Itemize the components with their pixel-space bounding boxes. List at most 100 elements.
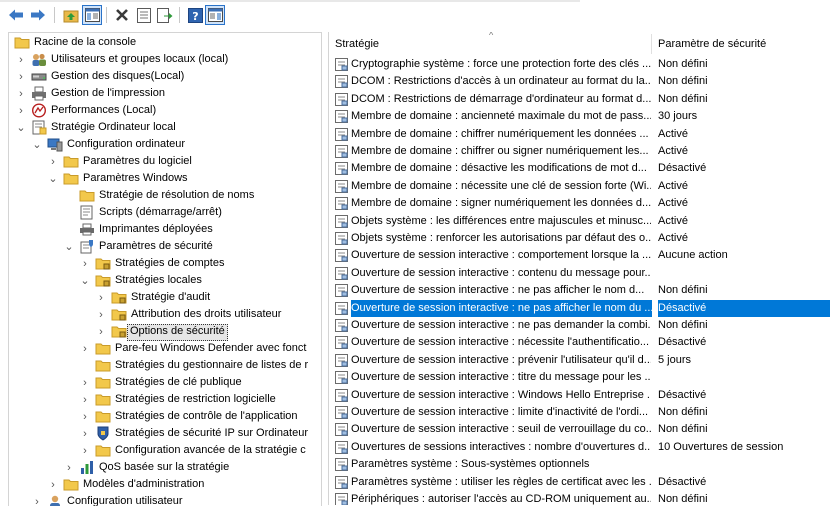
policy-name: Membre de domaine : chiffrer numériqueme… bbox=[351, 127, 649, 140]
table-row[interactable]: Membre de domaine : ancienneté maximale … bbox=[329, 108, 830, 125]
tree-item-security-settings[interactable]: ⌄ Paramètres de sécurité bbox=[9, 238, 321, 255]
table-row[interactable]: Ouverture de session interactive : titre… bbox=[329, 369, 830, 386]
table-row[interactable]: Paramètres système : utiliser les règles… bbox=[329, 474, 830, 491]
sort-ascending-icon: ^ bbox=[489, 32, 494, 40]
tree-item-local-computer-policy[interactable]: ⌄ Stratégie Ordinateur local bbox=[9, 119, 321, 136]
table-row[interactable]: DCOM : Restrictions de démarrage d'ordin… bbox=[329, 91, 830, 108]
table-row[interactable]: Ouvertures de sessions interactives : no… bbox=[329, 439, 830, 456]
table-row[interactable]: Périphériques : autoriser l'accès au CD-… bbox=[329, 491, 830, 505]
table-row[interactable]: Ouverture de session interactive : néces… bbox=[329, 334, 830, 351]
table-row[interactable]: Ouverture de session interactive : ne pa… bbox=[329, 299, 830, 317]
tree-item-disk-management[interactable]: › Gestion des disques(Local) bbox=[9, 68, 321, 85]
tree-item-policy-based-qos[interactable]: › QoS basée sur la stratégie bbox=[9, 459, 321, 476]
table-row[interactable]: Ouverture de session interactive : préve… bbox=[329, 352, 830, 369]
chevron-right-icon[interactable]: › bbox=[79, 374, 91, 391]
chevron-right-icon[interactable]: › bbox=[63, 459, 75, 476]
table-row[interactable]: Membre de domaine : nécessite une clé de… bbox=[329, 178, 830, 195]
help-icon[interactable]: ? bbox=[185, 5, 205, 25]
chevron-right-icon[interactable]: › bbox=[15, 85, 27, 102]
security-setting-value: Non défini bbox=[658, 92, 708, 105]
table-row[interactable]: Ouverture de session interactive : seuil… bbox=[329, 421, 830, 438]
table-row[interactable]: Paramètres système : Sous-systèmes optio… bbox=[329, 456, 830, 473]
tree-item-network-list-manager[interactable]: Stratégies du gestionnaire de listes de … bbox=[9, 357, 321, 374]
chevron-down-icon[interactable]: ⌄ bbox=[79, 272, 91, 289]
chevron-down-icon[interactable]: ⌄ bbox=[63, 238, 75, 255]
table-row[interactable]: Objets système : les différences entre m… bbox=[329, 213, 830, 230]
show-action-pane-icon[interactable] bbox=[205, 5, 225, 25]
export-list-icon[interactable] bbox=[155, 5, 175, 25]
chevron-right-icon[interactable]: › bbox=[47, 476, 59, 493]
chevron-right-icon[interactable]: › bbox=[95, 289, 107, 306]
tree-item-account-policies[interactable]: › Stratégies de comptes bbox=[9, 255, 321, 272]
table-row[interactable]: Objets système : renforcer les autorisat… bbox=[329, 230, 830, 247]
table-row[interactable]: Ouverture de session interactive : Windo… bbox=[329, 387, 830, 404]
tree-item-label: Stratégies de clé publique bbox=[115, 376, 242, 388]
table-row[interactable]: Ouverture de session interactive : ne pa… bbox=[329, 317, 830, 334]
tree-item-computer-configuration[interactable]: ⌄ Configuration ordinateur bbox=[9, 136, 321, 153]
chevron-down-icon[interactable]: ⌄ bbox=[31, 136, 43, 153]
tree-item-label: Stratégie Ordinateur local bbox=[51, 121, 176, 133]
tree-item-administrative-templates[interactable]: › Modèles d'administration bbox=[9, 476, 321, 493]
tree-item-windows-settings[interactable]: ⌄ Paramètres Windows bbox=[9, 170, 321, 187]
forward-icon[interactable] bbox=[28, 5, 48, 25]
chevron-right-icon[interactable]: › bbox=[95, 306, 107, 323]
tree-item-user-rights-assignment[interactable]: › Attribution des droits utilisateur bbox=[9, 306, 321, 323]
tree-item-software-restriction[interactable]: › Stratégies de restriction logicielle bbox=[9, 391, 321, 408]
table-row[interactable]: Ouverture de session interactive : ne pa… bbox=[329, 282, 830, 299]
tree-item-scripts[interactable]: Scripts (démarrage/arrêt) bbox=[9, 204, 321, 221]
chevron-down-icon[interactable]: ⌄ bbox=[15, 119, 27, 136]
policy-name: Ouverture de session interactive : compo… bbox=[351, 249, 651, 262]
properties-icon[interactable] bbox=[134, 5, 154, 25]
chevron-right-icon[interactable]: › bbox=[15, 51, 27, 68]
tree-item-security-options[interactable]: › Options de sécurité bbox=[9, 323, 321, 341]
chevron-right-icon[interactable]: › bbox=[79, 391, 91, 408]
policy-setting-icon bbox=[335, 301, 349, 316]
tree-item-local-policies[interactable]: ⌄ Stratégies locales bbox=[9, 272, 321, 289]
tree-item-console-root[interactable]: Racine de la console bbox=[9, 34, 321, 51]
tree-item-ip-security[interactable]: › Stratégies de sécurité IP sur Ordinate… bbox=[9, 425, 321, 442]
table-row[interactable]: Ouverture de session interactive : compo… bbox=[329, 247, 830, 264]
table-row[interactable]: Membre de domaine : signer numériquement… bbox=[329, 195, 830, 212]
chevron-right-icon[interactable]: › bbox=[79, 255, 91, 272]
chevron-right-icon[interactable]: › bbox=[95, 323, 107, 340]
table-row[interactable]: Membre de domaine : chiffrer ou signer n… bbox=[329, 143, 830, 160]
tree-item-deployed-printers[interactable]: Imprimantes déployées bbox=[9, 221, 321, 238]
tree-item-audit-policy[interactable]: › Stratégie d'audit bbox=[9, 289, 321, 306]
column-header-setting[interactable]: Paramètre de sécurité bbox=[652, 32, 828, 56]
chevron-right-icon[interactable]: › bbox=[15, 102, 27, 119]
tree-item-performance[interactable]: › Performances (Local) bbox=[9, 102, 321, 119]
table-row[interactable]: Cryptographie système : force une protec… bbox=[329, 56, 830, 73]
show-hide-tree-icon[interactable] bbox=[82, 5, 102, 25]
tree-item-public-key-policies[interactable]: › Stratégies de clé publique bbox=[9, 374, 321, 391]
tree-item-name-resolution-policy[interactable]: Stratégie de résolution de noms bbox=[9, 187, 321, 204]
chevron-down-icon[interactable]: ⌄ bbox=[47, 170, 59, 187]
tree-item-print-management[interactable]: › Gestion de l'impression bbox=[9, 85, 321, 102]
tree-item-software-settings[interactable]: › Paramètres du logiciel bbox=[9, 153, 321, 170]
chevron-right-icon[interactable]: › bbox=[79, 425, 91, 442]
table-row[interactable]: Ouverture de session interactive : limit… bbox=[329, 404, 830, 421]
chevron-right-icon[interactable]: › bbox=[15, 68, 27, 85]
up-folder-icon[interactable] bbox=[61, 5, 81, 25]
policy-name: Ouverture de session interactive : préve… bbox=[351, 353, 651, 366]
chevron-right-icon[interactable]: › bbox=[79, 442, 91, 459]
tree-item-windows-defender-firewall[interactable]: › Pare-feu Windows Defender avec fonct bbox=[9, 340, 321, 357]
chevron-right-icon[interactable]: › bbox=[31, 493, 43, 506]
policy-list[interactable]: Stratégie ^ Paramètre de sécurité Crypto… bbox=[328, 32, 830, 505]
tree-item-application-control[interactable]: › Stratégies de contrôle de l'applicatio… bbox=[9, 408, 321, 425]
table-row[interactable]: Ouverture de session interactive : conte… bbox=[329, 265, 830, 282]
table-row[interactable]: Membre de domaine : désactive les modifi… bbox=[329, 160, 830, 177]
ip-security-icon bbox=[95, 426, 111, 441]
table-row[interactable]: DCOM : Restrictions d'accès à un ordinat… bbox=[329, 73, 830, 90]
chevron-right-icon[interactable]: › bbox=[79, 408, 91, 425]
chevron-right-icon[interactable]: › bbox=[47, 153, 59, 170]
delete-icon[interactable] bbox=[112, 5, 132, 25]
console-tree[interactable]: Racine de la console › Utilisateurs et g… bbox=[8, 32, 322, 506]
tree-item-user-configuration[interactable]: › Configuration utilisateur bbox=[9, 493, 321, 506]
tree-item-label: Stratégie de résolution de noms bbox=[99, 189, 255, 201]
tree-item-local-users[interactable]: › Utilisateurs et groupes locaux (local) bbox=[9, 51, 321, 68]
printer-icon bbox=[79, 222, 95, 237]
table-row[interactable]: Membre de domaine : chiffrer numériqueme… bbox=[329, 126, 830, 143]
back-icon[interactable] bbox=[6, 5, 26, 25]
chevron-right-icon[interactable]: › bbox=[79, 340, 91, 357]
tree-item-advanced-audit[interactable]: › Configuration avancée de la stratégie … bbox=[9, 442, 321, 459]
